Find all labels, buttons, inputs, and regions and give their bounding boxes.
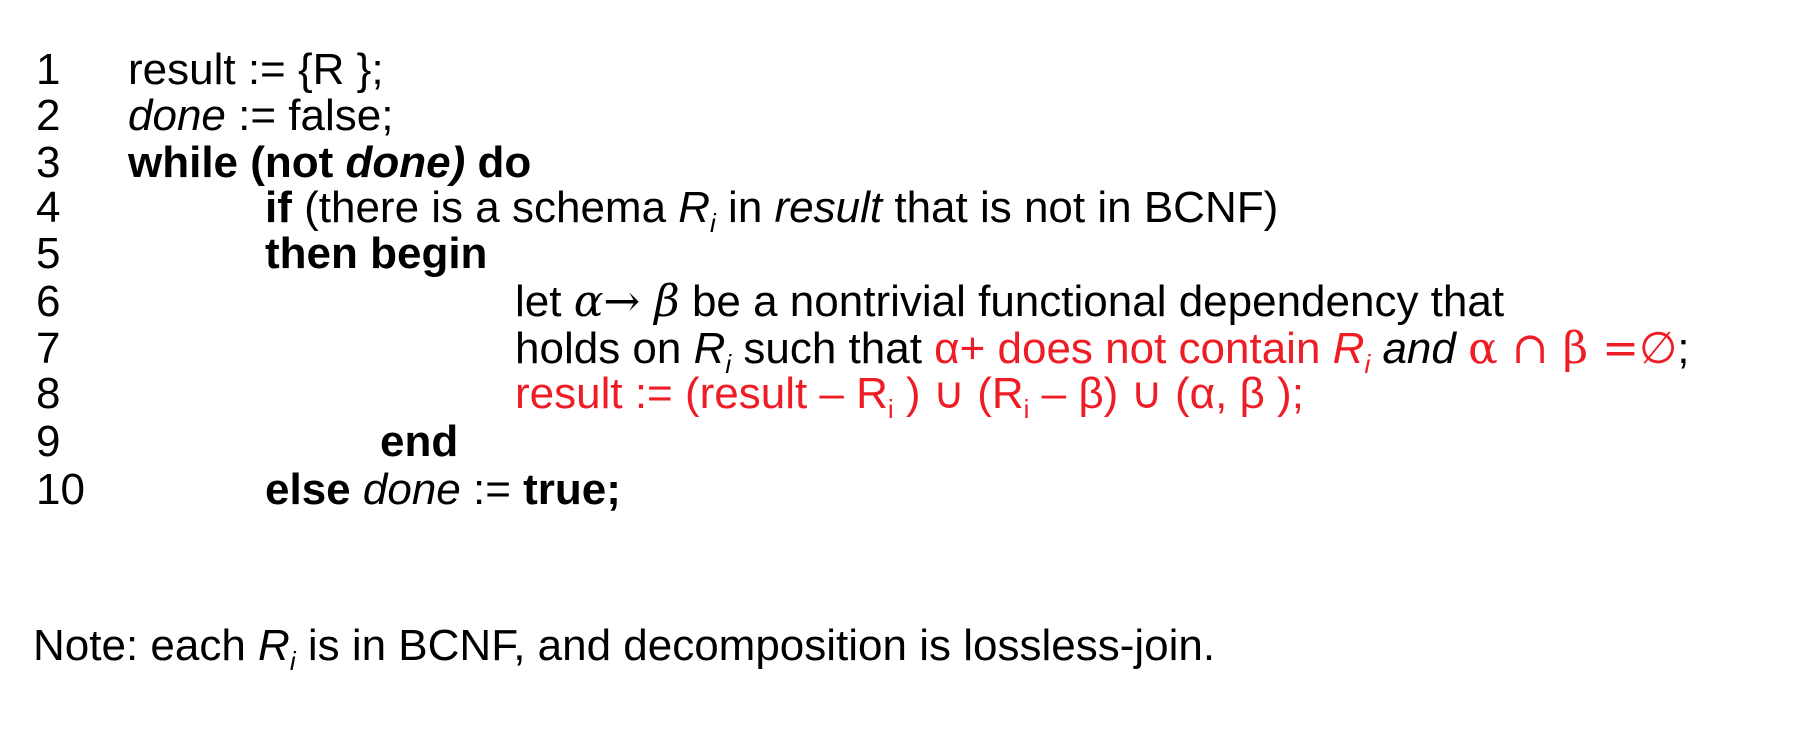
line-number: 10 xyxy=(36,465,85,514)
algorithm-note: Note: each Ri is in BCNF, and decomposit… xyxy=(33,621,1216,676)
line-number: 2 xyxy=(36,91,61,140)
line-code: result := (result – Ri ) ∪ (Ri – β) ∪ (α… xyxy=(515,369,1304,424)
bcnf-algorithm: 1 result := {R }; 2 done := false; 3 whi… xyxy=(0,0,1802,744)
line-code: let α→ β be a nontrivial functional depe… xyxy=(515,276,1505,327)
line-number: 5 xyxy=(36,229,61,278)
line-number: 6 xyxy=(36,277,61,326)
line-code: then begin xyxy=(265,229,488,278)
line-code: end xyxy=(380,417,459,466)
line-number: 8 xyxy=(36,369,61,418)
line-number: 9 xyxy=(36,417,61,466)
line-code: else done := true; xyxy=(265,465,621,514)
line-code: done := false; xyxy=(128,91,394,140)
